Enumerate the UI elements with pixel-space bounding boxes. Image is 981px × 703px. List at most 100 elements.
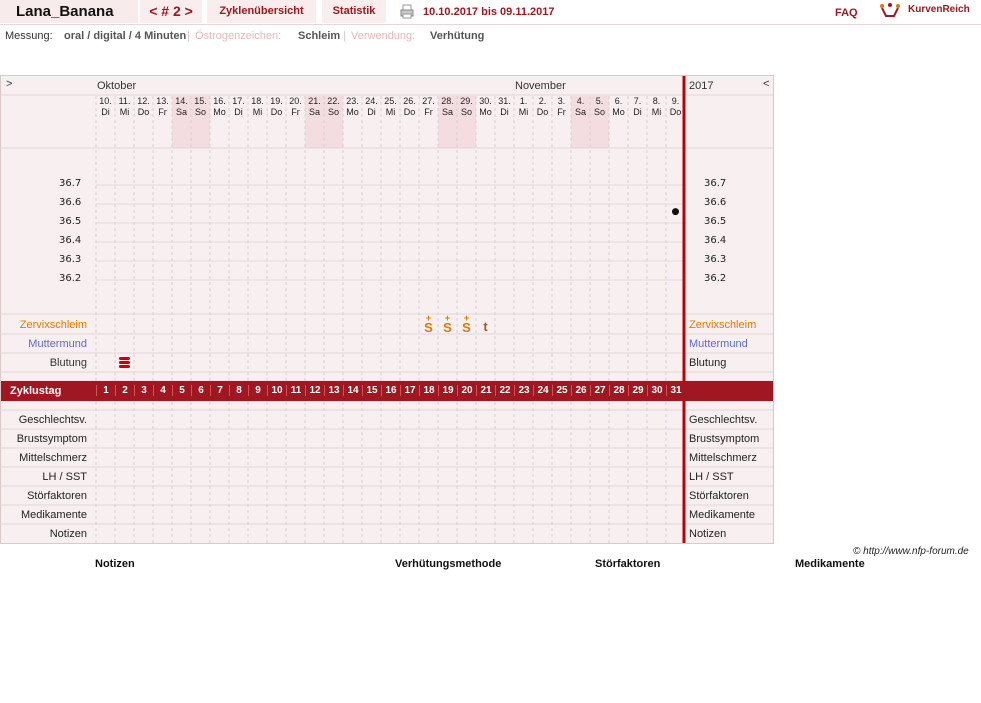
chart-nav-next[interactable]: < [763, 78, 769, 90]
cycle-day-number[interactable]: 19 [438, 385, 457, 396]
day-date: 15. [194, 96, 207, 106]
day-date: 29. [460, 96, 473, 106]
cycle-day-number[interactable]: 12 [305, 385, 324, 396]
cycle-day-number[interactable]: 16 [381, 385, 400, 396]
cycle-day-number[interactable]: 25 [552, 385, 571, 396]
year-label: 2017 [689, 80, 714, 92]
day-header[interactable]: 30. Mo [476, 96, 495, 118]
day-header[interactable]: 24. Di [362, 96, 381, 118]
chart-nav-prev[interactable]: > [6, 78, 12, 90]
cycle-overview-link[interactable]: Zyklenübersicht [207, 0, 316, 23]
cycle-day-number[interactable]: 28 [609, 385, 628, 396]
cycle-day-number[interactable]: 5 [172, 385, 191, 396]
cervix-mark[interactable]: + S [457, 314, 476, 335]
cervix-mark[interactable]: + S [438, 314, 457, 335]
cycle-day-number[interactable]: 21 [476, 385, 495, 396]
day-date: 17. [232, 96, 245, 106]
cycle-day-number[interactable]: 15 [362, 385, 381, 396]
statistics-link[interactable]: Statistik [322, 0, 386, 23]
day-header[interactable]: 4. Sa [571, 96, 590, 118]
cycle-day-number[interactable]: 30 [647, 385, 666, 396]
day-date: 2. [538, 96, 547, 106]
day-weekday: Mo [479, 107, 492, 117]
day-header[interactable]: 10. Di [96, 96, 115, 118]
day-header[interactable]: 16. Mo [210, 96, 229, 118]
cycle-day-number[interactable]: 29 [628, 385, 647, 396]
cervix-mark[interactable]: t [476, 320, 495, 333]
day-header[interactable]: 9. Do [666, 96, 685, 118]
day-date: 26. [403, 96, 416, 106]
temp-tick-left: 36.6 [59, 197, 82, 208]
day-header[interactable]: 22. So [324, 96, 343, 118]
cycle-day-number[interactable]: 23 [514, 385, 533, 396]
cycle-day-number[interactable]: 26 [571, 385, 590, 396]
cycle-day-number[interactable]: 18 [419, 385, 438, 396]
day-date: 13. [156, 96, 169, 106]
row-label-right: Medikamente [689, 509, 756, 521]
day-header[interactable]: 3. Fr [552, 96, 571, 118]
cycle-day-number[interactable]: 6 [191, 385, 210, 396]
day-header[interactable]: 2. Do [533, 96, 552, 118]
day-weekday: Fr [158, 107, 167, 117]
day-header[interactable]: 8. Mi [647, 96, 666, 118]
day-header[interactable]: 28. Sa [438, 96, 457, 118]
cycle-day-number[interactable]: 1 [96, 385, 115, 396]
day-header[interactable]: 25. Mi [381, 96, 400, 118]
cycle-day-number[interactable]: 13 [324, 385, 343, 396]
temp-tick-left: 36.7 [59, 178, 82, 189]
row-label-cervix: Zervixschleim [19, 319, 87, 331]
bleeding-icon[interactable] [119, 357, 130, 368]
cycle-day-number[interactable]: 3 [134, 385, 153, 396]
cycle-day-number[interactable]: 14 [343, 385, 362, 396]
day-header[interactable]: 26. Do [400, 96, 419, 118]
day-header[interactable]: 29. So [457, 96, 476, 118]
day-header[interactable]: 11. Mi [115, 96, 134, 118]
day-weekday: Di [500, 107, 509, 117]
kurvenreich-logo-icon[interactable] [880, 2, 900, 20]
day-header[interactable]: 13. Fr [153, 96, 172, 118]
faq-link[interactable]: FAQ [835, 7, 858, 19]
day-header[interactable]: 19. Do [267, 96, 286, 118]
cycle-day-number[interactable]: 9 [248, 385, 267, 396]
day-header[interactable]: 23. Mo [343, 96, 362, 118]
cycle-day-number[interactable]: 24 [533, 385, 552, 396]
cycle-day-number[interactable]: 7 [210, 385, 229, 396]
day-header[interactable]: 15. So [191, 96, 210, 118]
day-header[interactable]: 21. Sa [305, 96, 324, 118]
day-header[interactable]: 7. Di [628, 96, 647, 118]
footer-medication-heading: Medikamente [795, 558, 865, 570]
day-header[interactable]: 31. Di [495, 96, 514, 118]
printer-icon[interactable] [400, 4, 414, 19]
day-header[interactable]: 17. Di [229, 96, 248, 118]
day-weekday: Di [101, 107, 110, 117]
cycle-day-number[interactable]: 4 [153, 385, 172, 396]
cycle-day-number[interactable]: 27 [590, 385, 609, 396]
cycle-day-number[interactable]: 17 [400, 385, 419, 396]
cycle-day-number[interactable]: 22 [495, 385, 514, 396]
day-weekday: Mo [346, 107, 359, 117]
day-header[interactable]: 5. So [590, 96, 609, 118]
day-header[interactable]: 27. Fr [419, 96, 438, 118]
copyright[interactable]: © http://www.nfp-forum.de [853, 546, 969, 557]
day-date: 12. [137, 96, 150, 106]
cycle-day-number[interactable]: 31 [666, 385, 685, 396]
brand-name[interactable]: KurvenReich [908, 4, 970, 15]
estrogen-value: Schleim [298, 30, 341, 42]
day-header[interactable]: 18. Mi [248, 96, 267, 118]
day-header[interactable]: 12. Do [134, 96, 153, 118]
cycle-day-number[interactable]: 8 [229, 385, 248, 396]
cervix-mark[interactable]: + S [419, 314, 438, 335]
cycle-day-number[interactable]: 2 [115, 385, 134, 396]
day-header[interactable]: 1. Mi [514, 96, 533, 118]
cycle-day-number[interactable]: 20 [457, 385, 476, 396]
cycle-day-label: Zyklustag [10, 385, 62, 397]
cycle-day-number[interactable]: 10 [267, 385, 286, 396]
day-header[interactable]: 6. Mo [609, 96, 628, 118]
row-label-cervix-position-right: Muttermund [689, 338, 748, 350]
cycle-nav-button[interactable]: < # 2 > [140, 0, 202, 23]
row-label-bleeding-right: Blutung [689, 357, 727, 369]
cycle-day-number[interactable]: 11 [286, 385, 305, 396]
day-header[interactable]: 14. Sa [172, 96, 191, 118]
day-date: 4. [576, 96, 585, 106]
day-header[interactable]: 20. Fr [286, 96, 305, 118]
